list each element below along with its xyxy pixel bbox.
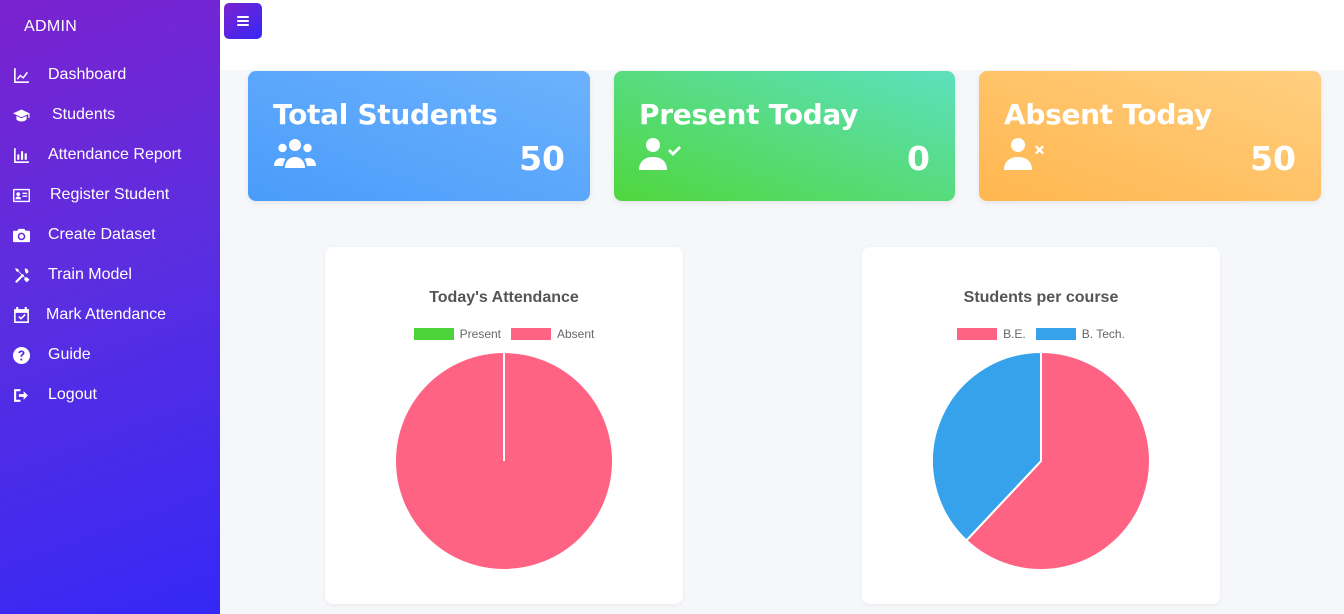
card-title: Present Today	[639, 98, 859, 131]
sidebar-item-create-dataset[interactable]: Create Dataset	[0, 215, 220, 255]
bar-chart-icon	[12, 146, 30, 164]
legend-label: Absent	[557, 327, 595, 341]
users-icon	[273, 137, 317, 171]
sidebar-item-label: Guide	[48, 346, 91, 363]
sidebar-nav: Dashboard Students Attendance Report Reg…	[0, 55, 220, 415]
course-chart-panel: Students per course B.E. B. Tech.	[862, 247, 1220, 604]
sidebar-item-label: Dashboard	[48, 66, 127, 83]
legend-swatch	[957, 328, 998, 340]
legend-item-btech[interactable]: B. Tech.	[1035, 327, 1125, 341]
sidebar-item-label: Students	[52, 106, 116, 123]
legend-label: B. Tech.	[1081, 327, 1125, 341]
total-students-card: Total Students 50	[248, 71, 590, 201]
legend-label: Present	[459, 327, 501, 341]
sidebar-item-guide[interactable]: Guide	[0, 335, 220, 375]
card-title: Absent Today	[1004, 98, 1212, 131]
sidebar: ADMIN Dashboard Students Attendance Repo…	[0, 0, 220, 614]
user-times-icon	[1004, 137, 1048, 171]
legend-swatch	[413, 328, 454, 340]
sidebar-item-mark-attendance[interactable]: Mark Attendance	[0, 295, 220, 335]
sidebar-item-label: Logout	[48, 386, 97, 403]
chart-legend: Present Absent	[325, 327, 683, 341]
sidebar-item-register-student[interactable]: Register Student	[0, 175, 220, 215]
legend-item-present[interactable]: Present	[413, 327, 501, 341]
graduation-cap-icon	[12, 106, 30, 124]
legend-item-absent[interactable]: Absent	[511, 327, 594, 341]
sidebar-item-logout[interactable]: Logout	[0, 375, 220, 415]
sidebar-item-dashboard[interactable]: Dashboard	[0, 55, 220, 95]
chart-title: Today's Attendance	[429, 289, 579, 306]
sidebar-item-label: Mark Attendance	[46, 306, 167, 323]
sidebar-item-label: Create Dataset	[48, 226, 156, 243]
user-check-icon	[639, 137, 683, 171]
camera-icon	[12, 226, 30, 244]
card-value: 50	[519, 139, 565, 178]
sidebar-item-label: Register Student	[50, 186, 170, 203]
absent-today-card: Absent Today 50	[979, 71, 1321, 201]
top-bar	[220, 0, 1344, 70]
attendance-chart-panel: Today's Attendance Present Absent	[325, 247, 683, 604]
chart-legend: B.E. B. Tech.	[862, 327, 1220, 341]
legend-item-be[interactable]: B.E.	[957, 327, 1026, 341]
menu-icon	[237, 14, 249, 28]
card-value: 0	[907, 139, 930, 178]
legend-label: B.E.	[1003, 327, 1026, 341]
legend-swatch	[1035, 328, 1076, 340]
chart-line-icon	[12, 66, 30, 84]
question-circle-icon	[12, 346, 30, 364]
calendar-check-icon	[12, 306, 30, 324]
brand-title: ADMIN	[24, 18, 78, 35]
present-today-card: Present Today 0	[614, 71, 955, 201]
sidebar-item-label: Train Model	[48, 266, 132, 283]
sidebar-item-label: Attendance Report	[48, 146, 182, 163]
sidebar-item-students[interactable]: Students	[0, 95, 220, 135]
legend-swatch	[511, 328, 551, 340]
card-value: 50	[1250, 139, 1296, 178]
tools-icon	[12, 266, 30, 284]
card-title: Total Students	[273, 98, 498, 131]
sidebar-item-attendance-report[interactable]: Attendance Report	[0, 135, 220, 175]
id-card-icon	[12, 186, 30, 204]
chart-title: Students per course	[963, 289, 1119, 306]
sidebar-item-train-model[interactable]: Train Model	[0, 255, 220, 295]
sidebar-toggle-button[interactable]	[224, 3, 262, 39]
logout-icon	[12, 386, 30, 404]
